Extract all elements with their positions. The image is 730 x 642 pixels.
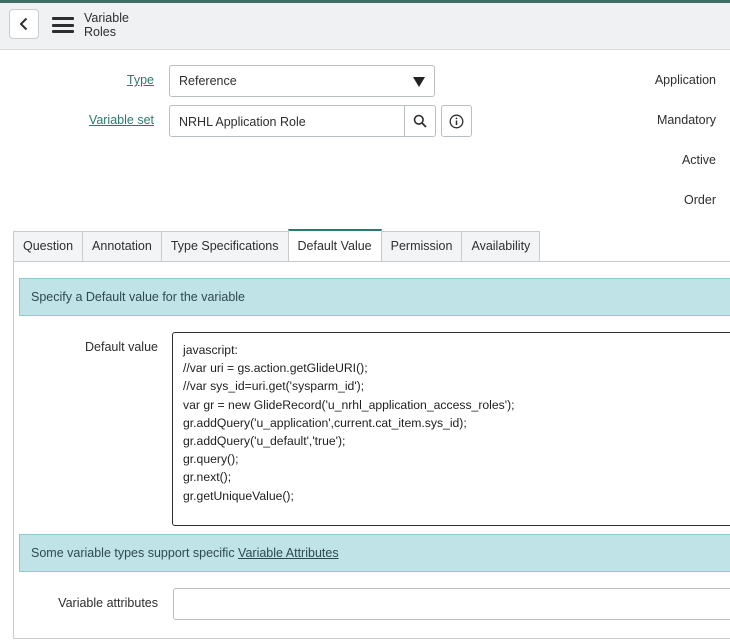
menu-icon[interactable] (52, 17, 74, 33)
type-label[interactable]: Type (60, 73, 154, 87)
default-value-textarea[interactable]: javascript: //var uri = gs.action.getGli… (172, 332, 730, 526)
code-line: javascript: (183, 343, 238, 357)
tab-availability[interactable]: Availability (461, 231, 541, 261)
code-line: gr.addQuery('u_default','true'); (183, 434, 346, 449)
info-icon (449, 114, 464, 128)
info-message: Specify a Default value for the variable (19, 278, 730, 316)
tab-default-value[interactable]: Default Value (287, 229, 382, 261)
attributes-message-text: Some variable types support specific (31, 546, 239, 560)
chevron-left-icon (19, 17, 28, 31)
variable-set-value: NRHL Application Role (179, 115, 306, 129)
tab-question[interactable]: Question (13, 231, 84, 261)
variable-set-input[interactable]: NRHL Application Role (169, 105, 405, 137)
back-button[interactable] (9, 9, 39, 39)
tab-type-specifications[interactable]: Type Specifications (160, 231, 289, 261)
tab-annotation[interactable]: Annotation (82, 231, 162, 261)
variable-set-label[interactable]: Variable set (40, 113, 154, 127)
page-title: Variable Roles (84, 11, 129, 39)
info-message-text: Specify a Default value for the variable (31, 290, 246, 304)
type-select[interactable]: Reference (169, 65, 435, 97)
variable-attributes-link[interactable]: Variable Attributes (238, 546, 339, 560)
info-button[interactable] (441, 105, 472, 137)
tab-bar: Question Annotation Type Specifications … (13, 229, 541, 262)
title-line-2: Roles (84, 25, 116, 39)
search-icon (413, 114, 427, 128)
variable-attributes-label: Variable attributes (58, 596, 158, 610)
variable-attributes-input[interactable] (173, 588, 730, 620)
type-link[interactable]: Type (127, 73, 154, 87)
code-line: //var sys_id=uri.get('sysparm_id'); (183, 379, 365, 394)
caret-down-icon (413, 77, 425, 87)
default-value-label: Default value (85, 340, 158, 354)
title-line-1: Variable (84, 11, 129, 25)
code-line: var gr = new GlideRecord('u_nrhl_applica… (183, 397, 515, 412)
form-header: Variable Roles (0, 3, 730, 50)
tab-permission[interactable]: Permission (380, 231, 463, 261)
type-select-value: Reference (179, 74, 237, 88)
mandatory-label: Mandatory (656, 113, 716, 127)
code-line: gr.getUniqueValue(); (183, 488, 294, 503)
code-line: gr.addQuery('u_application',current.cat_… (183, 415, 467, 430)
lookup-button[interactable] (404, 105, 436, 137)
application-label: Application (654, 73, 716, 87)
active-label: Active (681, 153, 716, 167)
code-line: //var uri = gs.action.getGlideURI(); (183, 361, 368, 376)
variable-set-link[interactable]: Variable set (89, 113, 154, 127)
attributes-message: Some variable types support specific Var… (19, 534, 730, 572)
code-line: gr.next(); (183, 470, 232, 485)
order-label: Order (684, 193, 716, 207)
code-line: gr.query(); (183, 452, 239, 467)
